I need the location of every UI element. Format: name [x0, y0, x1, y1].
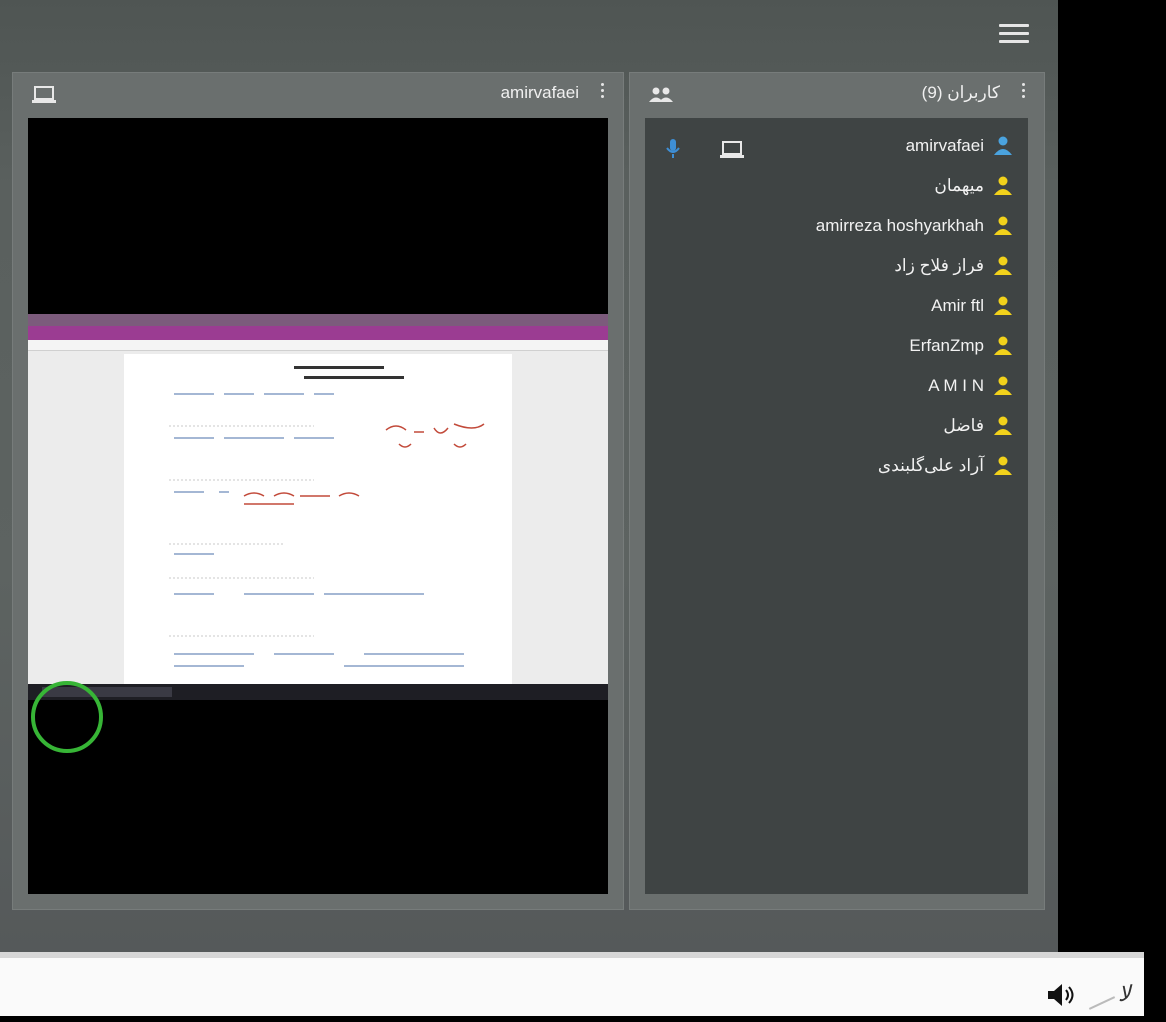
user-icon	[992, 255, 1014, 282]
black-border	[1144, 0, 1166, 1022]
user-name: میهمان	[934, 176, 984, 195]
user-row[interactable]: فراز فلاح زاد	[645, 252, 1014, 282]
user-icon	[992, 375, 1014, 402]
user-name: A M I N	[928, 376, 984, 395]
people-icon	[648, 85, 674, 110]
user-icon	[992, 135, 1014, 162]
user-row[interactable]: amirvafaei	[645, 132, 1014, 162]
meeting-app: amirvafaei کاربران (9) amirvafaei میهمان…	[0, 0, 1058, 952]
users-list: amirvafaei میهمان amirreza hoshyarkhah ف…	[645, 118, 1028, 894]
user-icon	[992, 455, 1014, 482]
speaker-icon[interactable]	[1046, 982, 1076, 1013]
watermark-logo: ﻻ	[1118, 982, 1131, 1007]
share-options-kebab-icon[interactable]	[599, 83, 605, 105]
windows-taskbar	[28, 684, 608, 700]
users-panel: کاربران (9) amirvafaei میهمان amirreza h…	[629, 72, 1045, 910]
user-name: amirreza hoshyarkhah	[815, 216, 984, 235]
user-name: فاضل	[943, 416, 984, 435]
user-name: فراز فلاح زاد	[894, 256, 984, 275]
presenter-name: amirvafaei	[500, 83, 579, 102]
user-row[interactable]: Amir ftl	[645, 292, 1014, 322]
user-icon	[992, 215, 1014, 242]
user-row[interactable]: A M I N	[645, 372, 1014, 402]
user-icon	[992, 295, 1014, 322]
laptop-icon	[31, 85, 57, 110]
users-count-title: کاربران (9)	[921, 83, 1000, 102]
user-name: amirvafaei	[905, 136, 984, 155]
user-icon	[992, 415, 1014, 442]
user-row[interactable]: فاضل	[645, 412, 1014, 442]
user-icon	[992, 335, 1014, 362]
user-row[interactable]: ErfanZmp	[645, 332, 1014, 362]
shared-document-page	[124, 354, 512, 684]
user-icon	[992, 175, 1014, 202]
volume-slider[interactable]	[1088, 996, 1116, 1010]
user-row[interactable]: آراد علی‌گلبندی	[645, 452, 1014, 482]
video-player-controls: ﻻ	[0, 952, 1144, 1016]
user-row[interactable]: میهمان	[645, 172, 1014, 202]
users-header: کاربران (9)	[630, 73, 1044, 117]
screenshare-panel: amirvafaei	[12, 72, 624, 910]
user-name: Amir ftl	[931, 296, 984, 315]
user-name: آراد علی‌گلبندی	[877, 456, 984, 475]
shared-desktop-image	[28, 314, 608, 700]
user-name: ErfanZmp	[909, 336, 984, 355]
shared-screen-video	[28, 118, 608, 894]
users-options-kebab-icon[interactable]	[1020, 83, 1026, 105]
user-row[interactable]: amirreza hoshyarkhah	[645, 212, 1014, 242]
cursor-highlight-ring	[31, 681, 103, 753]
screenshare-header: amirvafaei	[13, 73, 623, 117]
hamburger-menu-icon[interactable]	[999, 24, 1029, 48]
